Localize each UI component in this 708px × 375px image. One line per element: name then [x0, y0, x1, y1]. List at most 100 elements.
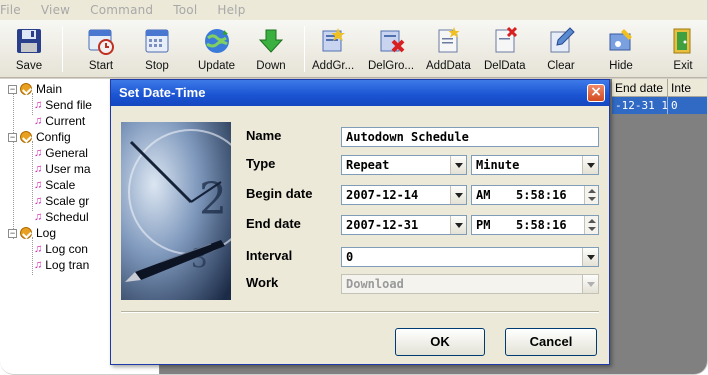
toolbar-separator: [304, 26, 305, 72]
ok-button[interactable]: OK: [395, 328, 485, 356]
close-icon[interactable]: ×: [587, 84, 605, 102]
app-window: File View Command Tool Help Save Start S…: [0, 0, 708, 375]
exit-button[interactable]: Exit: [668, 22, 698, 76]
tree-item-label: Send file: [45, 98, 92, 112]
toolbar-separator: [62, 26, 63, 72]
end-date-picker[interactable]: 2007-12-31: [341, 215, 467, 235]
tree-item-current[interactable]: ♫ Current: [34, 113, 85, 129]
tree-connector: [13, 91, 14, 239]
chevron-down-icon[interactable]: [582, 156, 598, 174]
type-select[interactable]: Repeat: [341, 155, 467, 175]
tree-group-label: Log: [36, 226, 57, 240]
globe-update-icon: [204, 29, 229, 53]
calendar-start-icon: [88, 29, 114, 55]
tree-item-log-connection[interactable]: ♫ Log con: [34, 241, 88, 257]
music-note-icon: ♫: [34, 211, 43, 223]
type-value: Repeat: [346, 158, 390, 172]
set-date-time-dialog: Set Date-Time × 2 3 Name Autodown Schedu…: [110, 79, 610, 365]
music-note-icon: ♫: [34, 243, 43, 255]
menu-tool[interactable]: Tool: [163, 3, 207, 17]
start-button[interactable]: Start: [86, 22, 116, 76]
tree-item-scale-group[interactable]: ♫ Scale gr: [34, 193, 89, 209]
chevron-down-icon[interactable]: [450, 156, 466, 174]
chevron-down-icon[interactable]: [582, 248, 598, 266]
update-button[interactable]: Update: [198, 22, 235, 76]
folder-icon: [20, 227, 32, 239]
clock-pen-image: 2 3: [121, 122, 231, 300]
delete-group-button[interactable]: DelGro...: [368, 22, 414, 76]
tree-group-log[interactable]: − Log: [8, 225, 56, 241]
clear-icon: [550, 27, 575, 53]
music-note-icon: ♫: [34, 99, 43, 111]
tree-item-send-file[interactable]: ♫ Send file: [34, 97, 92, 113]
name-label: Name: [246, 128, 282, 143]
column-header-end-date[interactable]: End date: [612, 79, 668, 97]
tree-item-label: Schedul: [45, 210, 89, 224]
tree-item-label: Scale: [45, 178, 76, 192]
work-value: Download: [346, 277, 404, 291]
chevron-down-icon[interactable]: [450, 216, 466, 234]
spin-arrows-icon[interactable]: [584, 216, 598, 234]
menu-file[interactable]: File: [0, 3, 31, 17]
menu-bar: File View Command Tool Help: [0, 0, 707, 20]
collapse-toggle-icon[interactable]: −: [8, 132, 17, 142]
add-group-icon: [322, 28, 346, 52]
end-date-label: End date: [246, 216, 301, 231]
exit-door-icon: [673, 28, 691, 54]
add-data-button[interactable]: AddData: [426, 22, 471, 76]
tree-item-label: General: [45, 146, 88, 160]
add-data-icon: [438, 27, 460, 53]
cell-interval: 0: [668, 97, 707, 114]
type-unit-select[interactable]: Minute: [471, 155, 599, 175]
arrow-down-icon: [258, 29, 284, 53]
stop-button[interactable]: Stop: [142, 22, 172, 76]
delete-data-button[interactable]: DelData: [484, 22, 526, 76]
dialog-divider: [121, 311, 599, 313]
clear-button[interactable]: Clear: [546, 22, 576, 76]
begin-time-value: 5:58:16: [516, 188, 567, 202]
interval-select[interactable]: 0: [341, 247, 599, 267]
begin-date-label: Begin date: [246, 186, 313, 201]
folder-icon: [20, 131, 32, 143]
tree-item-label: Scale gr: [45, 194, 90, 208]
chevron-down-icon: [582, 275, 598, 293]
tree-item-general[interactable]: ♫ General: [34, 145, 88, 161]
collapse-toggle-icon[interactable]: −: [8, 84, 17, 94]
tree-item-label: User ma: [45, 162, 91, 176]
add-group-button[interactable]: AddGr...: [312, 22, 354, 76]
interval-value: 0: [346, 250, 354, 264]
tree-group-main[interactable]: − Main: [8, 81, 62, 97]
table-row[interactable]: -12-31 17:... 0: [612, 97, 707, 114]
tree-item-scale[interactable]: ♫ Scale: [34, 177, 75, 193]
tree-connector: [32, 141, 33, 211]
column-header-interval[interactable]: Inte: [668, 79, 707, 97]
chevron-down-icon[interactable]: [450, 186, 466, 204]
dialog-title: Set Date-Time: [111, 80, 609, 106]
floppy-disk-icon: [17, 29, 41, 53]
interval-label: Interval: [246, 248, 293, 263]
tree-group-config[interactable]: − Config: [8, 129, 71, 145]
end-date-value: 2007-12-31: [346, 218, 419, 232]
music-note-icon: ♫: [34, 179, 43, 191]
tree-item-log-transfer[interactable]: ♫ Log tran: [34, 257, 89, 273]
spin-arrows-icon[interactable]: [584, 186, 598, 204]
tree-item-user-management[interactable]: ♫ User ma: [34, 161, 91, 177]
toolbar: Save Start Stop Update Down AddGr... Del…: [0, 20, 707, 78]
begin-time-stepper[interactable]: AM 5:58:16: [471, 185, 599, 205]
music-note-icon: ♫: [34, 259, 43, 271]
hide-button[interactable]: Hide: [606, 22, 636, 76]
collapse-toggle-icon[interactable]: −: [8, 228, 17, 238]
tree-item-label: Log tran: [45, 258, 90, 272]
down-button[interactable]: Down: [256, 22, 286, 76]
name-input[interactable]: Autodown Schedule: [341, 127, 599, 147]
begin-date-picker[interactable]: 2007-12-14: [341, 185, 467, 205]
type-label: Type: [246, 156, 276, 171]
tree-item-schedule[interactable]: ♫ Schedul: [34, 209, 89, 225]
dialog-body: 2 3 Name Autodown Schedule Type Repeat M…: [111, 106, 609, 364]
menu-command[interactable]: Command: [80, 3, 163, 17]
menu-view[interactable]: View: [31, 3, 80, 17]
save-button[interactable]: Save: [14, 22, 44, 76]
cancel-button[interactable]: Cancel: [505, 328, 597, 356]
end-time-stepper[interactable]: PM 5:58:16: [471, 215, 599, 235]
menu-help[interactable]: Help: [207, 3, 255, 17]
